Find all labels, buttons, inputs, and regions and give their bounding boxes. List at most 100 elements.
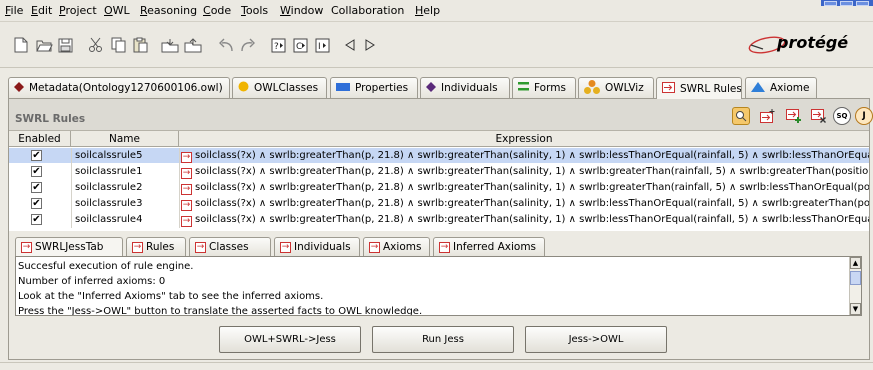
tab-metadata[interactable]: Metadata(Ontology1270600106.owl) xyxy=(8,77,230,98)
jess-icon[interactable]: J xyxy=(855,107,873,125)
scroll-thumb[interactable] xyxy=(850,271,861,285)
maximize-button[interactable] xyxy=(840,1,853,6)
tab-label: Metadata(Ontology1270600106.owl) xyxy=(29,82,223,94)
protege-window: File Edit Project OWL Reasoning Code Too… xyxy=(0,0,873,370)
enabled-checkbox[interactable]: ✔ xyxy=(31,166,42,177)
menu-mnemonic: R xyxy=(140,4,148,17)
open-icon[interactable] xyxy=(34,35,54,55)
copy-icon[interactable] xyxy=(108,35,128,55)
back-icon[interactable] xyxy=(340,35,360,55)
property-icon xyxy=(336,82,350,94)
svg-text:?: ? xyxy=(274,42,279,52)
menu-edit[interactable]: Edit xyxy=(31,4,52,17)
find-icon[interactable] xyxy=(732,107,750,125)
subtab-label: Inferred Axioms xyxy=(453,241,537,253)
console-scrollbar[interactable]: ▲ ▼ xyxy=(849,257,861,315)
tab-rules[interactable]: → Rules xyxy=(126,237,186,256)
table-row[interactable]: ✔ soilclassrule4 → soilclass(?x) ∧ swrlb:… xyxy=(9,212,869,227)
menu-project[interactable]: Project xyxy=(59,4,97,17)
col-name[interactable]: Name xyxy=(71,131,179,147)
menu-file[interactable]: File xyxy=(5,4,23,17)
output-console[interactable]: Succesful execution of rule engine. Numb… xyxy=(15,256,862,316)
delete-rule-icon[interactable] xyxy=(810,107,828,125)
svg-text:C: C xyxy=(296,42,302,52)
rule-expression: → soilclass(?x) ∧ swrlb:greaterThan(p, 21… xyxy=(179,164,869,179)
cut-icon[interactable] xyxy=(86,35,106,55)
tab-owlclasses[interactable]: OWLClasses xyxy=(232,77,327,98)
subtab-label: Rules xyxy=(146,241,175,253)
scroll-down-icon[interactable]: ▼ xyxy=(850,303,861,315)
redo-icon[interactable] xyxy=(238,35,258,55)
expression-text: soilclass(?x) ∧ swrlb:greaterThan(p, 21.… xyxy=(195,198,869,209)
class-icon[interactable]: C xyxy=(290,35,310,55)
sqwrl-icon-label: SQ xyxy=(836,112,848,120)
tab-label: Individuals xyxy=(441,82,498,94)
enabled-checkbox[interactable]: ✔ xyxy=(31,198,42,209)
close-button[interactable] xyxy=(856,1,869,6)
menu-collaboration[interactable]: Collaboration xyxy=(331,4,404,17)
sqwrl-icon[interactable]: SQ xyxy=(833,107,851,125)
forward-icon[interactable] xyxy=(360,35,380,55)
edit-rule-icon[interactable] xyxy=(759,107,777,125)
tab-label: OWLViz xyxy=(605,82,644,94)
enabled-checkbox[interactable]: ✔ xyxy=(31,182,42,193)
expression-text: soilclass(?x) ∧ swrlb:greaterThan(p, 21.… xyxy=(195,182,869,193)
instance-icon[interactable]: I xyxy=(312,35,332,55)
enabled-cell[interactable]: ✔ xyxy=(9,212,71,227)
panel-title: SWRL Rules xyxy=(15,113,86,125)
menu-owl[interactable]: OWL xyxy=(104,4,130,17)
col-expression[interactable]: Expression xyxy=(179,131,869,147)
tab-individuals-sub[interactable]: → Individuals xyxy=(274,237,360,256)
enabled-cell[interactable]: ✔ xyxy=(9,196,71,211)
minimize-button[interactable] xyxy=(824,1,837,6)
undo-icon[interactable] xyxy=(216,35,236,55)
swrl-arrow-icon: → xyxy=(181,168,192,179)
subtab-label: Individuals xyxy=(294,241,351,253)
enabled-checkbox[interactable]: ✔ xyxy=(31,214,42,225)
query-icon[interactable]: ? xyxy=(268,35,288,55)
table-row[interactable]: ✔ soilclassrule1 → soilclass(?x) ∧ swrlb:… xyxy=(9,164,869,179)
tab-axioms[interactable]: → Axioms xyxy=(363,237,430,256)
class-icon xyxy=(238,81,249,95)
enabled-cell[interactable]: ✔ xyxy=(9,164,71,179)
run-jess-button[interactable]: Run Jess xyxy=(372,326,514,353)
menu-tools[interactable]: Tools xyxy=(241,4,268,17)
tab-inferred-axioms[interactable]: → Inferred Axioms xyxy=(433,237,545,256)
form-icon xyxy=(518,82,529,94)
tab-swrl-rules[interactable]: SWRL Rules xyxy=(656,77,742,99)
rules-table: Enabled Name Expression ✔ soilcalssrule5… xyxy=(9,131,869,231)
swrl-arrow-icon: → xyxy=(439,241,450,253)
tab-properties[interactable]: Properties xyxy=(330,77,418,98)
tab-individuals[interactable]: Individuals xyxy=(420,77,510,98)
menu-code[interactable]: Code xyxy=(203,4,231,17)
table-row[interactable]: ✔ soilcalssrule5 → soilclass(?x) ∧ swrlb:… xyxy=(9,148,869,163)
table-row[interactable]: ✔ soilclassrule3 → soilclass(?x) ∧ swrlb:… xyxy=(9,196,869,211)
menu-help[interactable]: Help xyxy=(415,4,440,17)
col-enabled[interactable]: Enabled xyxy=(9,131,71,147)
rule-name: soilclassrule1 xyxy=(75,166,143,177)
new-icon[interactable] xyxy=(11,35,31,55)
paste-icon[interactable] xyxy=(130,35,150,55)
insert-icon[interactable] xyxy=(160,35,180,55)
export-icon[interactable] xyxy=(183,35,203,55)
menu-reasoning[interactable]: Reasoning xyxy=(140,4,197,17)
subtab-label: SWRLJessTab xyxy=(35,241,104,253)
tab-axiome[interactable]: Axiome xyxy=(745,77,817,98)
table-row[interactable]: ✔ soilclassrule2 → soilclass(?x) ∧ swrlb:… xyxy=(9,180,869,195)
tab-forms[interactable]: Forms xyxy=(512,77,576,98)
tab-owlviz[interactable]: OWLViz xyxy=(578,77,654,98)
tab-swrljesstab[interactable]: → SWRLJessTab xyxy=(15,237,123,256)
add-rule-icon[interactable] xyxy=(785,107,803,125)
scroll-up-icon[interactable]: ▲ xyxy=(850,257,861,269)
tab-classes[interactable]: → Classes xyxy=(189,237,271,256)
owl-swrl-to-jess-button[interactable]: OWL+SWRL->Jess xyxy=(219,326,361,353)
enabled-cell[interactable]: ✔ xyxy=(9,180,71,195)
panel-header: SWRL Rules SQ J xyxy=(9,99,873,131)
jess-to-owl-button[interactable]: Jess->OWL xyxy=(525,326,667,353)
enabled-checkbox[interactable]: ✔ xyxy=(31,150,42,161)
save-icon[interactable] xyxy=(55,35,75,55)
enabled-cell[interactable]: ✔ xyxy=(9,148,71,163)
swrl-arrow-icon: → xyxy=(181,152,192,163)
window-title-bar-fragment xyxy=(821,0,873,6)
menu-window[interactable]: Window xyxy=(280,4,323,17)
